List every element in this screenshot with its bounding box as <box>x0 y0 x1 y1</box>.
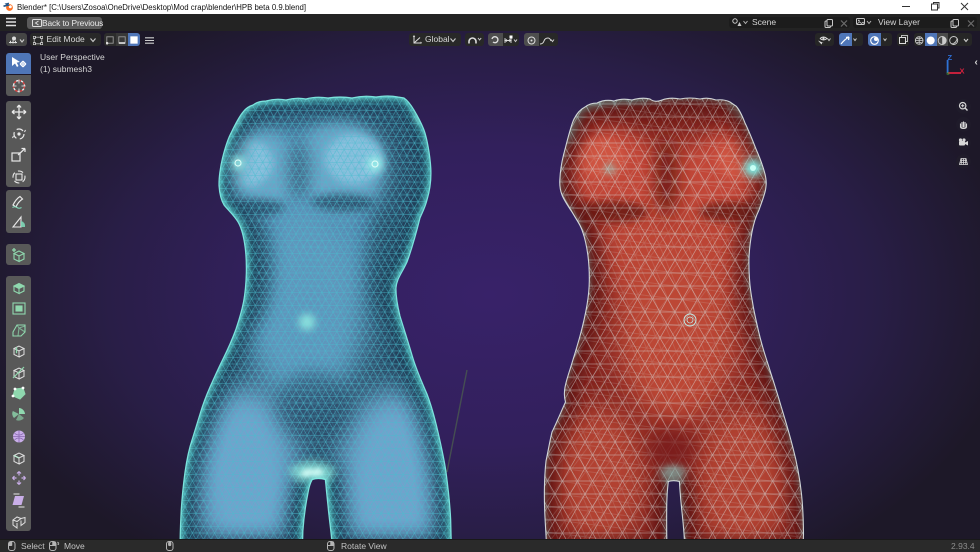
svg-text:X: X <box>960 67 965 76</box>
svg-text:‹: ‹ <box>975 57 978 68</box>
svg-text:Z: Z <box>948 53 953 62</box>
